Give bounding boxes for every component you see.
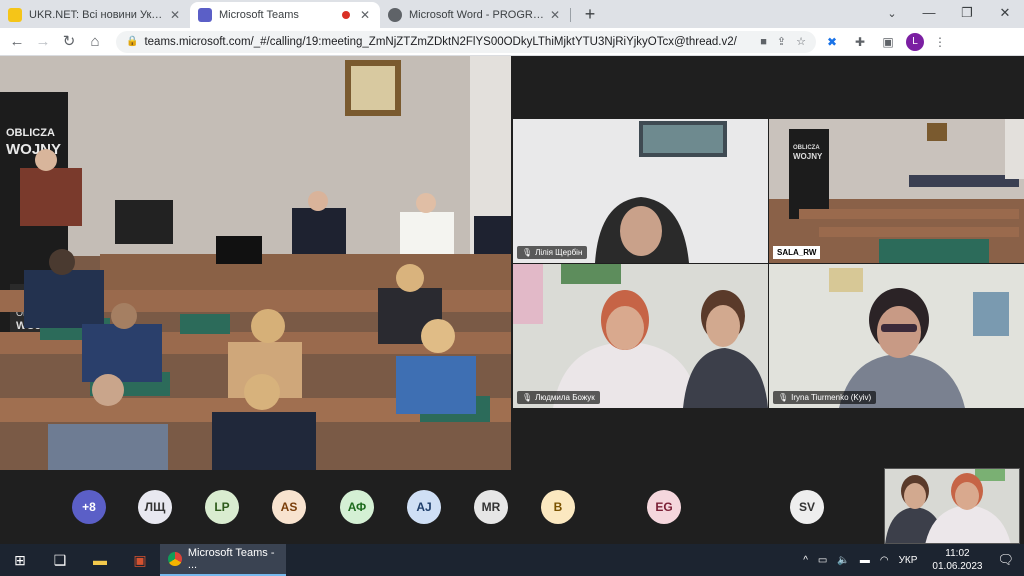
powerpoint-icon[interactable]: ▣ bbox=[120, 544, 160, 576]
address-bar[interactable]: 🔒 teams.microsoft.com/_#/calling/19:meet… bbox=[116, 30, 816, 53]
close-window-button[interactable]: ✕ bbox=[986, 0, 1024, 28]
menu-kebab-icon[interactable]: ⋮ bbox=[928, 30, 952, 54]
participant-name-tag: 🎙 Лілія Щербін bbox=[517, 246, 588, 259]
maximize-button[interactable]: ❐ bbox=[948, 0, 986, 28]
close-tab-icon[interactable]: ✕ bbox=[358, 8, 372, 22]
participant-avatar[interactable]: LP bbox=[205, 490, 239, 524]
taskbar-teams-button[interactable]: Microsoft Teams - ... bbox=[160, 544, 286, 576]
svg-text:OBLICZA: OBLICZA bbox=[793, 145, 820, 151]
extension-icon[interactable]: ✖ bbox=[820, 30, 844, 54]
participant-name: Людмила Божук bbox=[535, 393, 595, 402]
new-tab-button[interactable]: + bbox=[577, 2, 603, 28]
participant-tile-1[interactable]: 🎙 Лілія Щербін bbox=[513, 119, 768, 263]
meeting-stage: OBLICZA WOJNY OBLICZA WOJNY bbox=[0, 56, 1024, 544]
self-view-video[interactable] bbox=[884, 468, 1020, 544]
ukrnet-favicon-icon bbox=[8, 8, 22, 22]
screen: UKR.NET: Всі новини України, ос ✕ Micros… bbox=[0, 0, 1024, 576]
participant-avatar[interactable]: EG bbox=[647, 490, 681, 524]
mic-off-icon: 🎙 bbox=[522, 248, 533, 257]
globe-icon bbox=[388, 8, 402, 22]
main-room-video[interactable]: OBLICZA WOJNY OBLICZA WOJNY bbox=[0, 56, 511, 470]
system-tray: ^ ▭ 🔈 ▬ ◠ УКР 11:02 01.06.2023 🗨 bbox=[798, 544, 1024, 576]
sidebar-icon[interactable]: ▣ bbox=[876, 30, 900, 54]
tab-title: Microsoft Word - PROGRAM OW bbox=[409, 9, 548, 21]
volume-icon[interactable]: 🔈 bbox=[837, 555, 849, 566]
banner-line1: OBLICZA bbox=[6, 127, 55, 139]
tab-title: UKR.NET: Всі новини України, ос bbox=[29, 9, 168, 21]
participant-tile-4[interactable]: 🎙 Iryna Tiurmenko (Kyiv) bbox=[769, 264, 1024, 408]
participant-video bbox=[513, 264, 768, 408]
participant-video bbox=[769, 264, 1024, 408]
close-tab-icon[interactable]: ✕ bbox=[548, 8, 562, 22]
mic-off-icon: 🎙 bbox=[778, 393, 789, 402]
task-view-icon[interactable]: ❑ bbox=[40, 544, 80, 576]
wifi-icon[interactable]: ◠ bbox=[880, 555, 889, 566]
home-icon[interactable]: ⌂ bbox=[82, 29, 108, 55]
file-explorer-icon[interactable]: ▬ bbox=[80, 544, 120, 576]
participant-avatar[interactable]: AJ bbox=[407, 490, 441, 524]
minimize-button[interactable]: — bbox=[910, 0, 948, 28]
svg-text:WOJNY: WOJNY bbox=[793, 152, 823, 161]
browser-tab-strip: UKR.NET: Всі новини України, ос ✕ Micros… bbox=[0, 0, 1024, 28]
participant-name: SALA_RW bbox=[773, 246, 821, 259]
tray-overflow-icon[interactable]: ^ bbox=[803, 555, 808, 566]
tab-title: Microsoft Teams bbox=[219, 9, 299, 21]
participant-name-tag: 🎙 Людмила Божук bbox=[517, 391, 600, 404]
window-controls: — ❐ ✕ bbox=[910, 0, 1024, 28]
mic-off-icon: 🎙 bbox=[522, 393, 533, 402]
conference-room-scene: OBLICZA WOJNY OBLICZA WOJNY bbox=[0, 56, 511, 470]
url-text: teams.microsoft.com/_#/calling/19:meetin… bbox=[144, 35, 737, 48]
battery-icon[interactable]: ▬ bbox=[860, 555, 870, 566]
participant-video bbox=[513, 119, 768, 263]
tab-divider bbox=[570, 8, 571, 22]
participant-avatar-bar: +8 ЛЩ LP AS АФ AJ MR B EG SV bbox=[0, 470, 1024, 544]
participant-avatar[interactable]: ЛЩ bbox=[138, 490, 172, 524]
windows-start-icon[interactable]: ⊞ bbox=[0, 544, 40, 576]
tab-teams[interactable]: Microsoft Teams ✕ bbox=[190, 2, 380, 28]
close-tab-icon[interactable]: ✕ bbox=[168, 8, 182, 22]
forward-arrow-icon[interactable]: → bbox=[30, 29, 56, 55]
profile-avatar[interactable]: L bbox=[906, 32, 924, 51]
participant-tile-3[interactable]: 🎙 Людмила Божук bbox=[513, 264, 768, 408]
bookmark-star-icon[interactable]: ☆ bbox=[796, 35, 806, 48]
teams-favicon-icon bbox=[198, 8, 212, 22]
participant-avatar[interactable]: SV bbox=[790, 490, 824, 524]
participant-avatar[interactable]: B bbox=[541, 490, 575, 524]
participant-avatar[interactable]: AS bbox=[272, 490, 306, 524]
more-participants-avatar[interactable]: +8 bbox=[72, 490, 106, 524]
clock-time: 11:02 bbox=[945, 548, 970, 559]
participant-name: Лілія Щербін bbox=[535, 248, 583, 257]
tab-word[interactable]: Microsoft Word - PROGRAM OW ✕ bbox=[380, 2, 570, 28]
lock-icon: 🔒 bbox=[126, 36, 139, 47]
windows-taskbar: ⊞ ❑ ▬ ▣ Microsoft Teams - ... ^ ▭ 🔈 ▬ ◠ … bbox=[0, 544, 1024, 576]
participant-avatar[interactable]: MR bbox=[474, 490, 508, 524]
network-icon[interactable]: ▭ bbox=[818, 555, 827, 566]
participant-avatar[interactable]: АФ bbox=[340, 490, 374, 524]
participant-video: OBLICZA WOJNY bbox=[769, 119, 1024, 263]
notifications-icon[interactable]: 🗨 bbox=[997, 552, 1014, 568]
back-arrow-icon[interactable]: ← bbox=[4, 29, 30, 55]
taskbar-teams-label: Microsoft Teams - ... bbox=[187, 547, 275, 571]
language-indicator[interactable]: УКР bbox=[899, 555, 918, 566]
chrome-icon bbox=[168, 552, 182, 566]
tab-ukrnet[interactable]: UKR.NET: Всі новини України, ос ✕ bbox=[0, 2, 190, 28]
clock-date: 01.06.2023 bbox=[932, 561, 983, 572]
taskbar-clock[interactable]: 11:02 01.06.2023 bbox=[932, 547, 982, 573]
extensions-puzzle-icon[interactable]: ✚ bbox=[848, 30, 872, 54]
participant-tile-2[interactable]: OBLICZA WOJNY SALA_RW bbox=[769, 119, 1024, 263]
browser-toolbar: ← → ↻ ⌂ 🔒 teams.microsoft.com/_#/calling… bbox=[0, 28, 1024, 56]
tab-search-chevron-icon[interactable]: ⌄ bbox=[882, 4, 902, 24]
recording-indicator-icon bbox=[342, 11, 350, 19]
share-icon[interactable]: ⇪ bbox=[777, 35, 786, 48]
participant-name: Iryna Tiurmenko (Kyiv) bbox=[791, 393, 872, 402]
reload-icon[interactable]: ↻ bbox=[56, 29, 82, 55]
camera-permission-icon[interactable]: ■ bbox=[760, 36, 767, 48]
participant-name-tag: 🎙 Iryna Tiurmenko (Kyiv) bbox=[773, 391, 877, 404]
self-video bbox=[885, 469, 1019, 543]
